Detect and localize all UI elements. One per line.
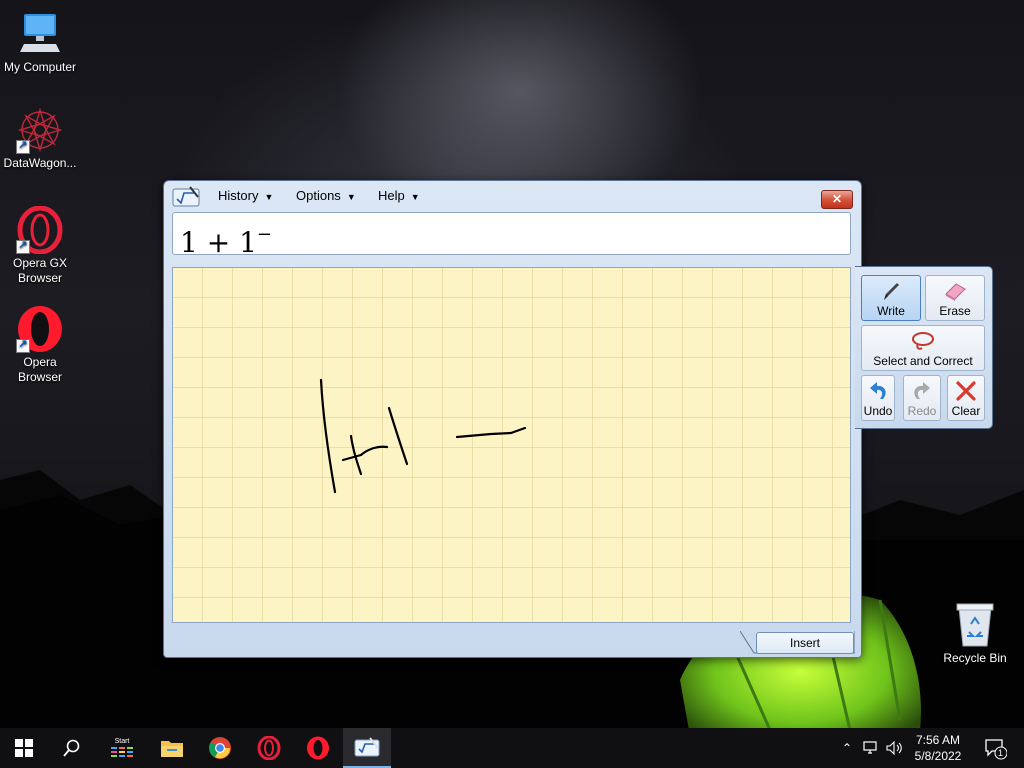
windows-icon xyxy=(15,739,33,757)
desktop-icon-recycle-bin[interactable]: Recycle Bin xyxy=(940,602,1010,665)
insert-label: Insert xyxy=(789,636,820,650)
desktop-icon-opera[interactable]: Opera Browser xyxy=(0,305,80,385)
menu-history-label: History xyxy=(218,188,259,203)
menu-bar: History ▼ Options ▼ Help ▼ ✕ xyxy=(164,181,861,211)
desktop-icon-label: DataWagon... xyxy=(3,156,77,170)
desktop-icon-label: Recycle Bin xyxy=(943,651,1007,665)
write-button[interactable]: Write xyxy=(861,275,921,321)
opera-gx-icon xyxy=(257,736,281,760)
preview-expression: 1 + 1 xyxy=(180,226,257,259)
chevron-down-icon: ▼ xyxy=(410,192,420,202)
math-input-panel-icon xyxy=(354,737,380,757)
undo-button[interactable]: Undo xyxy=(861,375,895,421)
lasso-icon xyxy=(912,332,934,350)
close-icon: ✕ xyxy=(831,192,843,206)
menu-options-label: Options xyxy=(296,188,341,203)
shortcut-arrow-icon xyxy=(16,238,30,254)
taskbar-opera[interactable] xyxy=(294,728,342,768)
show-hidden-icons-button[interactable]: ⌃ xyxy=(838,728,856,768)
taskbar-start-menu-app[interactable]: Start xyxy=(98,728,146,768)
computer-icon xyxy=(16,10,64,58)
clear-label: Clear xyxy=(951,404,981,418)
taskbar-file-explorer[interactable] xyxy=(148,728,196,768)
network-button[interactable] xyxy=(860,728,882,768)
select-and-correct-label: Select and Correct xyxy=(873,354,973,368)
opera-gx-icon xyxy=(16,205,64,255)
start-label: Start xyxy=(114,738,130,745)
clock[interactable]: 7:56 AM 5/8/2022 xyxy=(906,732,970,764)
redo-label: Redo xyxy=(907,404,937,418)
volume-icon xyxy=(886,741,902,755)
redo-icon xyxy=(914,382,930,399)
recycle-bin-icon xyxy=(956,603,994,647)
opera-icon xyxy=(307,736,329,760)
clock-time: 7:56 AM xyxy=(915,733,961,747)
undo-label: Undo xyxy=(863,404,893,418)
menu-help[interactable]: Help ▼ xyxy=(378,188,420,203)
notification-icon xyxy=(985,739,1007,760)
desktop-icon-my-computer[interactable]: My Computer xyxy=(0,10,80,75)
close-button[interactable]: ✕ xyxy=(821,190,853,209)
volume-button[interactable] xyxy=(884,728,906,768)
taskbar: Start ⌃ 7:56 AM 5/8/2022 1 xyxy=(0,728,1024,768)
desktop-icon-datawagon[interactable]: DataWagon... xyxy=(0,106,80,171)
recognition-preview: 1 + 1− xyxy=(172,212,851,259)
select-and-correct-button[interactable]: Select and Correct xyxy=(861,325,985,371)
preview-superscript: − xyxy=(256,224,272,245)
erase-label: Erase xyxy=(939,304,971,318)
undo-icon xyxy=(870,382,886,399)
notification-count: 1 xyxy=(998,748,1004,758)
desktop-icon-opera-gx[interactable]: Opera GX Browser xyxy=(0,205,80,286)
desktop-icon-label: Opera Browser xyxy=(17,355,62,384)
menu-help-label: Help xyxy=(378,188,405,203)
action-center-button[interactable]: 1 xyxy=(978,728,1012,768)
search-button[interactable] xyxy=(48,728,96,768)
start-button[interactable] xyxy=(0,728,48,768)
opera-icon xyxy=(16,305,64,353)
math-input-panel-icon xyxy=(172,186,200,207)
search-icon xyxy=(63,739,80,757)
handwriting-strokes xyxy=(319,378,527,494)
redo-button[interactable]: Redo xyxy=(903,375,941,421)
eraser-icon xyxy=(945,283,966,301)
taskbar-math-input-panel[interactable] xyxy=(343,728,391,768)
taskbar-chrome[interactable] xyxy=(196,728,244,768)
erase-button[interactable]: Erase xyxy=(925,275,985,321)
desktop-icon-label: Opera GX Browser xyxy=(12,256,68,285)
chevron-down-icon: ▼ xyxy=(346,192,356,202)
clear-x-icon xyxy=(956,381,976,401)
tool-panel: Write Erase Select and Correct Undo Redo… xyxy=(855,266,993,429)
write-label: Write xyxy=(877,304,905,318)
clear-button[interactable]: Clear xyxy=(947,375,985,421)
chrome-icon xyxy=(209,737,231,759)
folder-icon xyxy=(161,741,183,757)
math-input-panel-window: History ▼ Options ▼ Help ▼ ✕ 1 + 1− xyxy=(163,180,862,658)
taskbar-opera-gx[interactable] xyxy=(245,728,293,768)
network-icon xyxy=(863,741,877,754)
shortcut-arrow-icon xyxy=(16,138,30,154)
insert-button[interactable]: Insert xyxy=(756,632,854,654)
datawagon-logo-icon xyxy=(16,106,64,154)
chevron-up-icon: ⌃ xyxy=(841,741,853,755)
chevron-down-icon: ▼ xyxy=(264,192,274,202)
writing-area[interactable] xyxy=(172,267,851,623)
menu-history[interactable]: History ▼ xyxy=(218,188,273,203)
shortcut-arrow-icon xyxy=(16,337,30,353)
clock-date: 5/8/2022 xyxy=(914,749,962,763)
menu-options[interactable]: Options ▼ xyxy=(296,188,356,203)
desktop-icon-label: My Computer xyxy=(3,60,77,74)
start-grid-icon xyxy=(111,747,133,757)
pen-icon xyxy=(884,283,899,300)
